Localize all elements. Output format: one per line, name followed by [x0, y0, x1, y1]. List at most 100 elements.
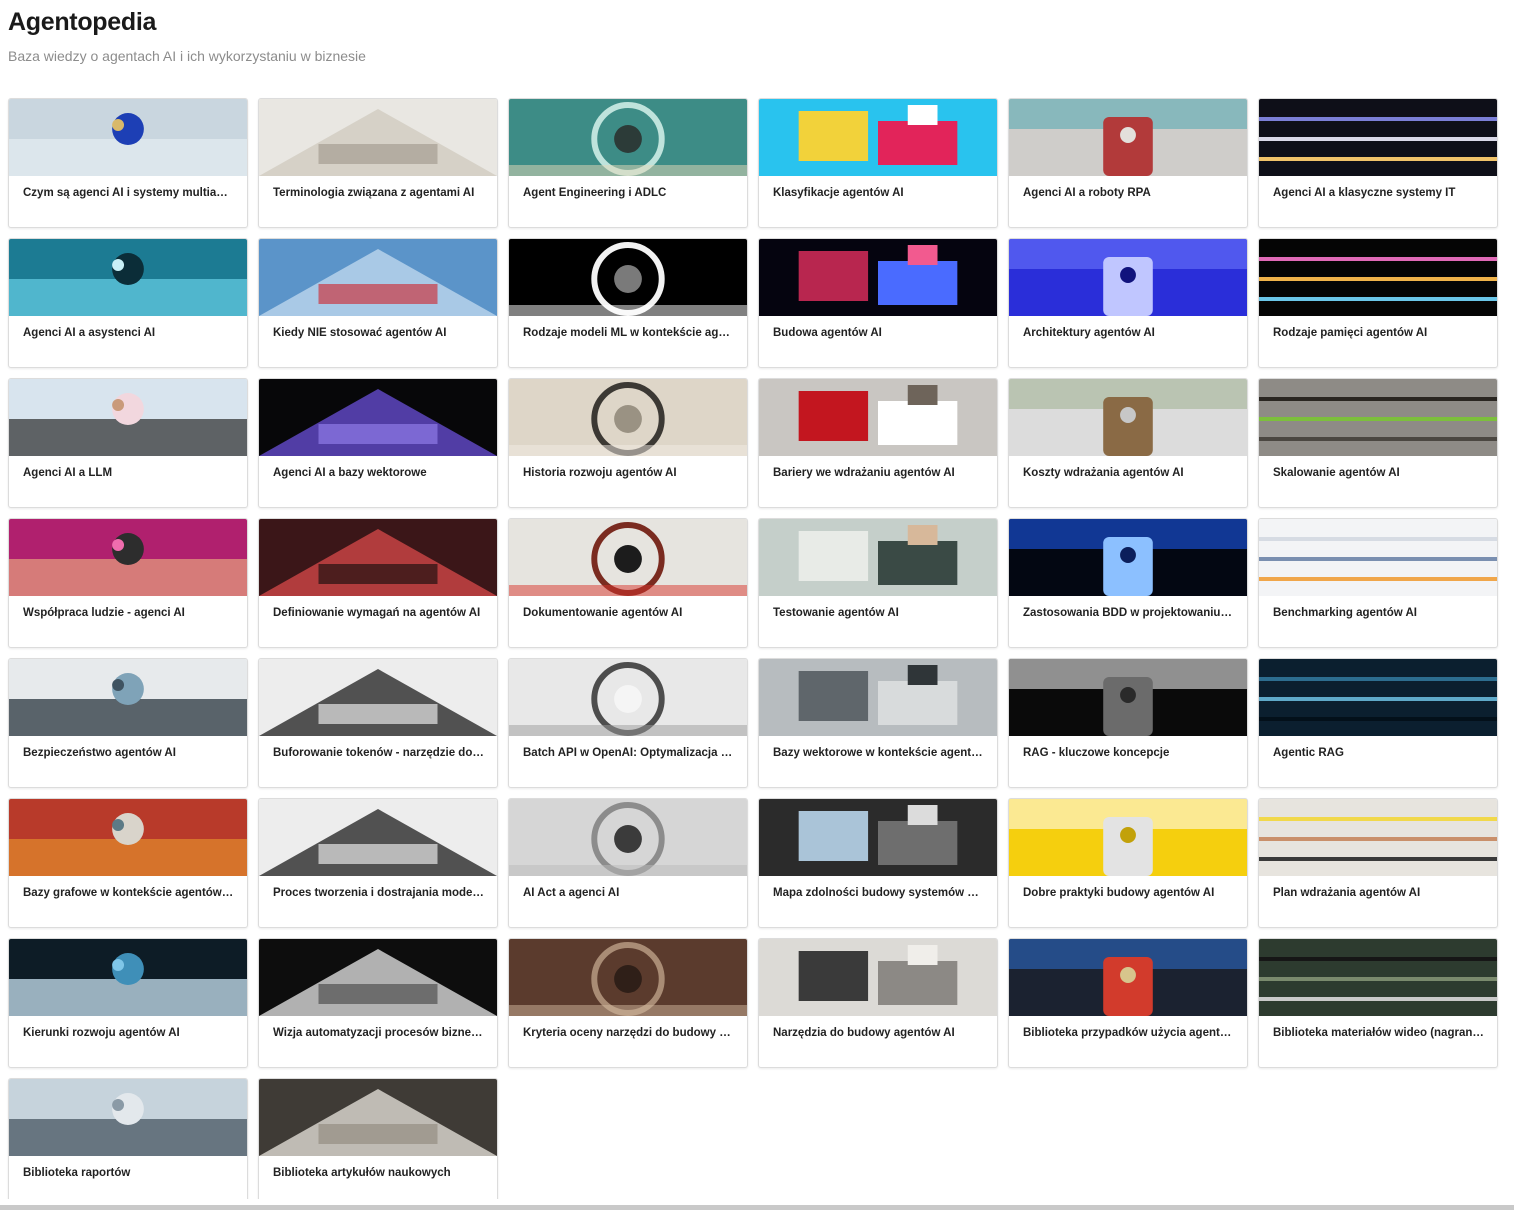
knowledge-card[interactable]: Batch API w OpenAI: Optymalizacja kosztó… — [508, 658, 748, 788]
card-thumbnail-do-something-great[interactable] — [259, 939, 497, 1016]
card-title[interactable]: Kiedy NIE stosować agentów AI — [259, 316, 497, 340]
card-title[interactable]: Skalowanie agentów AI — [1259, 456, 1497, 480]
knowledge-card[interactable]: Definiowanie wymagań na agentów AI — [258, 518, 498, 648]
knowledge-card[interactable]: Kryteria oceny narzędzi do budowy agentó… — [508, 938, 748, 1068]
card-thumbnail-flower-brain[interactable] — [1259, 239, 1497, 316]
knowledge-card[interactable]: Biblioteka materiałów wideo (nagrania) — [1258, 938, 1498, 1068]
knowledge-card[interactable]: Agenci AI a LLM — [8, 378, 248, 508]
card-thumbnail-corridor-sky[interactable] — [759, 799, 997, 876]
card-thumbnail-floating-cards[interactable] — [1009, 659, 1247, 736]
card-title[interactable]: Batch API w OpenAI: Optymalizacja kosztó… — [509, 736, 747, 760]
card-thumbnail-whiteboard-text[interactable] — [259, 659, 497, 736]
knowledge-card[interactable]: Skalowanie agentów AI — [1258, 378, 1498, 508]
card-thumbnail-sticky-notes[interactable] — [1259, 799, 1497, 876]
knowledge-card[interactable]: Bariery we wdrażaniu agentów AI — [758, 378, 998, 508]
card-thumbnail-desk-papers[interactable] — [759, 519, 997, 596]
card-thumbnail-seedlings[interactable] — [1259, 379, 1497, 456]
card-thumbnail-foggy-grid[interactable] — [759, 659, 997, 736]
card-title[interactable]: AI Act a agenci AI — [509, 876, 747, 900]
card-thumbnail-purple-knot[interactable] — [259, 379, 497, 456]
knowledge-card[interactable]: Proces tworzenia i dostrajania modeli LL… — [258, 798, 498, 928]
card-title[interactable]: Agent Engineering i ADLC — [509, 176, 747, 200]
knowledge-card[interactable]: Agentic RAG — [1258, 658, 1498, 788]
card-title[interactable]: Współpraca ludzie - agenci AI — [9, 596, 247, 620]
knowledge-card[interactable]: Buforowanie tokenów - narzędzie do optym… — [258, 658, 498, 788]
card-title[interactable]: RAG - kluczowe koncepcje — [1009, 736, 1247, 760]
knowledge-card[interactable]: Agenci AI a roboty RPA — [1008, 98, 1248, 228]
card-thumbnail-toy-robot[interactable] — [1009, 99, 1247, 176]
card-thumbnail-justice-statue[interactable] — [509, 799, 747, 876]
card-thumbnail-open-book[interactable] — [259, 99, 497, 176]
knowledge-card[interactable]: Dobre praktyki budowy agentów AI — [1008, 798, 1248, 928]
card-title[interactable]: Dokumentowanie agentów AI — [509, 596, 747, 620]
knowledge-card[interactable]: Kiedy NIE stosować agentów AI — [258, 238, 498, 368]
card-title[interactable]: Dobre praktyki budowy agentów AI — [1009, 876, 1247, 900]
card-thumbnail-openai-paper[interactable] — [509, 659, 747, 736]
knowledge-card[interactable]: RAG - kluczowe koncepcje — [1008, 658, 1248, 788]
card-title[interactable]: Historia rozwoju agentów AI — [509, 456, 747, 480]
card-thumbnail-question-neon[interactable] — [259, 519, 497, 596]
knowledge-card[interactable]: Biblioteka raportów — [8, 1078, 248, 1208]
card-title[interactable]: Biblioteka raportów — [9, 1156, 247, 1180]
card-thumbnail-columns-hall[interactable] — [509, 379, 747, 456]
card-title[interactable]: Budowa agentów AI — [759, 316, 997, 340]
card-thumbnail-yellow-paper[interactable] — [1009, 799, 1247, 876]
card-thumbnail-phone-apps[interactable] — [9, 379, 247, 456]
knowledge-card[interactable]: Kierunki rozwoju agentów AI — [8, 938, 248, 1068]
card-title[interactable]: Bariery we wdrażaniu agentów AI — [759, 456, 997, 480]
card-title[interactable]: Agenci AI a asystenci AI — [9, 316, 247, 340]
card-thumbnail-wrenches[interactable] — [509, 939, 747, 1016]
card-title[interactable]: Definiowanie wymagań na agentów AI — [259, 596, 497, 620]
card-thumbnail-plasma-ball[interactable] — [759, 239, 997, 316]
knowledge-card[interactable]: Agenci AI a bazy wektorowe — [258, 378, 498, 508]
knowledge-card[interactable]: Mapa zdolności budowy systemów agentowyc… — [758, 798, 998, 928]
knowledge-card[interactable]: Bazy wektorowe w kontekście agentów AI — [758, 658, 998, 788]
card-title[interactable]: Plan wdrażania agentów AI — [1259, 876, 1497, 900]
card-thumbnail-blue-screen-person[interactable] — [1009, 519, 1247, 596]
card-title[interactable]: Agentic RAG — [1259, 736, 1497, 760]
knowledge-card[interactable]: AI Act a agenci AI — [508, 798, 748, 928]
card-title[interactable]: Terminologia związana z agentami AI — [259, 176, 497, 200]
knowledge-card[interactable]: Agenci AI a klasyczne systemy IT — [1258, 98, 1498, 228]
card-thumbnail-light-speed[interactable] — [9, 939, 247, 1016]
knowledge-card[interactable]: Dokumentowanie agentów AI — [508, 518, 748, 648]
card-title[interactable]: Kierunki rozwoju agentów AI — [9, 1016, 247, 1040]
knowledge-card[interactable]: Narzędzia do budowy agentów AI — [758, 938, 998, 1068]
card-title[interactable]: Bezpieczeństwo agentów AI — [9, 736, 247, 760]
knowledge-card[interactable]: Historia rozwoju agentów AI — [508, 378, 748, 508]
card-title[interactable]: Zastosowania BDD w projektowaniu i testo… — [1009, 596, 1247, 620]
knowledge-card[interactable]: Agenci AI a asystenci AI — [8, 238, 248, 368]
card-thumbnail-laptop-desk[interactable] — [9, 1079, 247, 1156]
card-title[interactable]: Klasyfikacje agentów AI — [759, 176, 997, 200]
knowledge-card[interactable]: Plan wdrażania agentów AI — [1258, 798, 1498, 928]
card-thumbnail-ux-sketches[interactable] — [1259, 519, 1497, 596]
card-title[interactable]: Bazy wektorowe w kontekście agentów AI — [759, 736, 997, 760]
card-thumbnail-camera-lens[interactable] — [9, 659, 247, 736]
knowledge-card[interactable]: Koszty wdrażania agentów AI — [1008, 378, 1248, 508]
card-thumbnail-video-camera[interactable] — [1259, 939, 1497, 1016]
knowledge-card[interactable]: Benchmarking agentów AI — [1258, 518, 1498, 648]
card-title[interactable]: Czym są agenci AI i systemy multiagentow… — [9, 176, 247, 200]
knowledge-card[interactable]: Budowa agentów AI — [758, 238, 998, 368]
knowledge-card[interactable]: Zastosowania BDD w projektowaniu i testo… — [1008, 518, 1248, 648]
card-title[interactable]: Biblioteka materiałów wideo (nagrania) — [1259, 1016, 1497, 1040]
card-thumbnail-light-tunnel[interactable] — [509, 239, 747, 316]
knowledge-card[interactable]: Rodzaje modeli ML w kontekście agentów A… — [508, 238, 748, 368]
knowledge-card[interactable]: Agent Engineering i ADLC — [508, 98, 748, 228]
card-thumbnail-code-screen[interactable] — [1259, 99, 1497, 176]
card-thumbnail-no-entry-sign[interactable] — [259, 239, 497, 316]
card-thumbnail-toy-robots[interactable] — [1009, 939, 1247, 1016]
knowledge-card[interactable]: Współpraca ludzie - agenci AI — [8, 518, 248, 648]
knowledge-card[interactable]: Biblioteka przypadków użycia agentów AI — [1008, 938, 1248, 1068]
card-title[interactable]: Benchmarking agentów AI — [1259, 596, 1497, 620]
horizontal-scrollbar[interactable] — [0, 1205, 1514, 1210]
knowledge-card[interactable]: Terminologia związana z agentami AI — [258, 98, 498, 228]
knowledge-card[interactable]: Klasyfikacje agentów AI — [758, 98, 998, 228]
card-title[interactable]: Agenci AI a LLM — [9, 456, 247, 480]
knowledge-card[interactable]: Architektury agentów AI — [1008, 238, 1248, 368]
card-thumbnail-stop-sign[interactable] — [759, 379, 997, 456]
card-title[interactable]: Agenci AI a roboty RPA — [1009, 176, 1247, 200]
card-title[interactable]: Architektury agentów AI — [1009, 316, 1247, 340]
card-thumbnail-hand-robot[interactable] — [9, 519, 247, 596]
card-thumbnail-lockers[interactable] — [9, 799, 247, 876]
